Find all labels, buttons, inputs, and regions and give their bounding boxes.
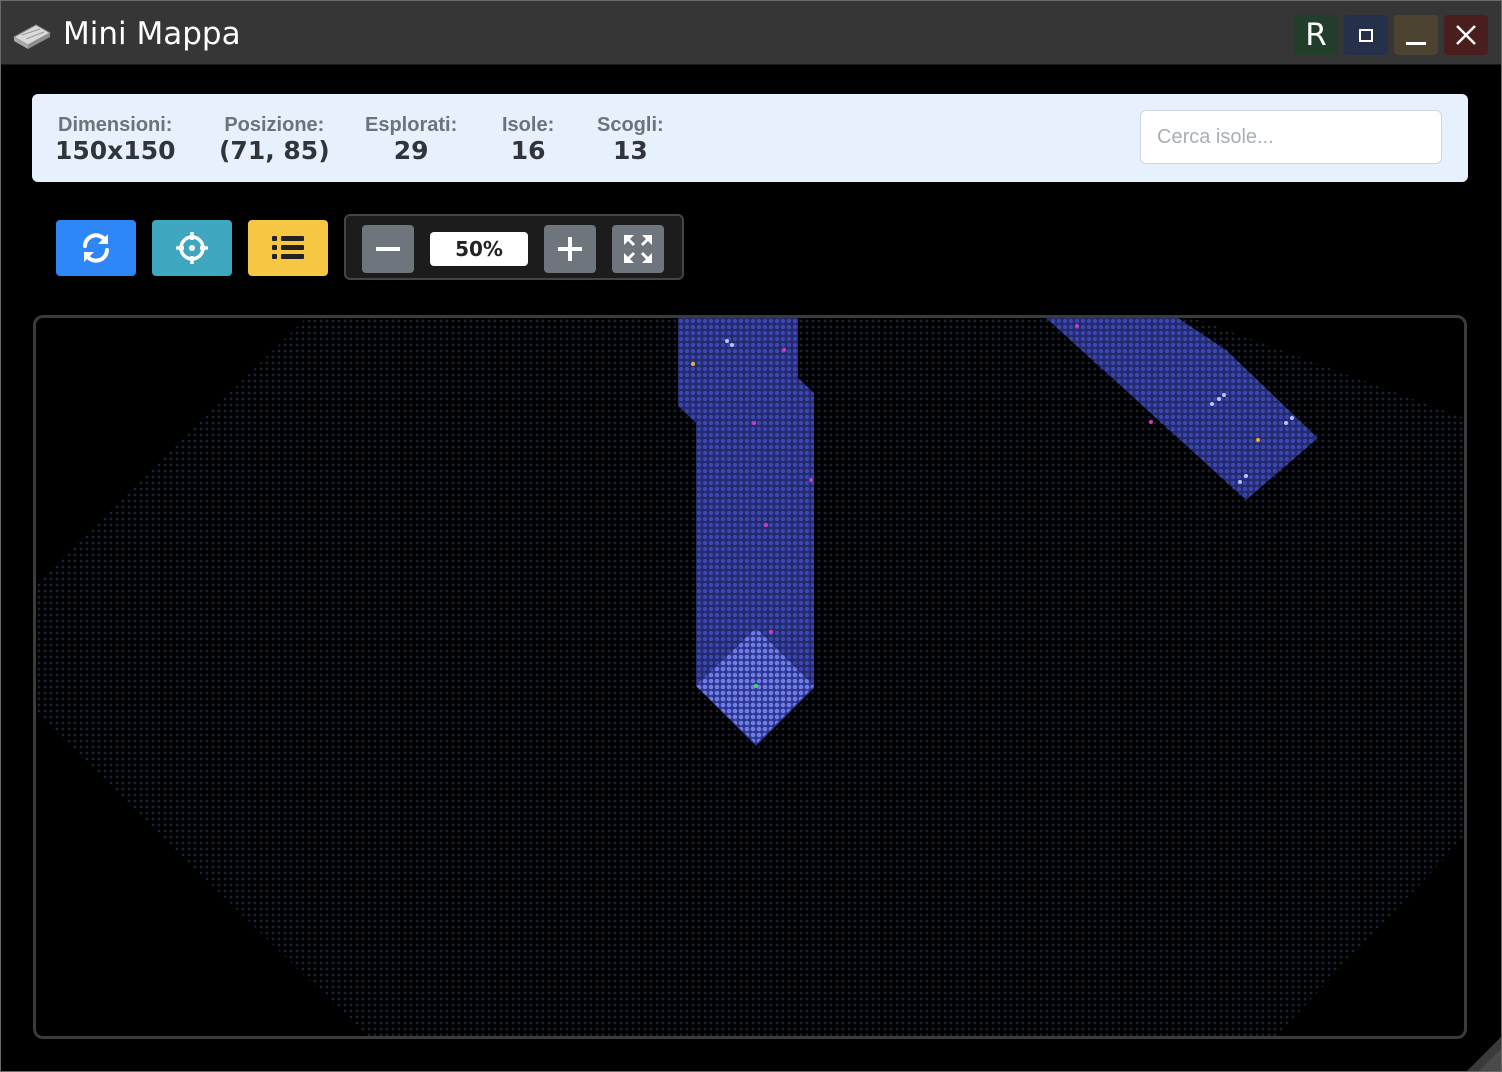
resize-handle[interactable] [1449,1019,1501,1071]
stat-value: (71, 85) [219,136,330,165]
window-title: Mini Mappa [63,16,241,52]
stat-value: 13 [612,136,648,165]
zoom-controls: 50% [344,214,684,280]
island-list-button[interactable] [248,220,328,276]
reef-marker [1244,474,1248,478]
stat-value: 16 [510,136,546,165]
fit-map-button[interactable] [612,225,664,273]
maximize-button[interactable] [1344,15,1388,55]
poi-marker [782,348,786,352]
r-button[interactable]: R [1294,15,1338,55]
maximize-icon [1359,29,1373,42]
island-marker [691,362,695,366]
minimize-button[interactable] [1394,15,1438,55]
zoom-in-button[interactable] [544,225,596,273]
search-input[interactable] [1140,110,1442,164]
minimap-canvas[interactable] [33,315,1467,1039]
minimap-svg[interactable] [36,318,1464,1036]
stat-dimensions: Dimensioni: 150x150 [55,114,176,166]
stat-label: Dimensioni: [58,114,173,136]
poi-marker [1149,420,1153,424]
close-icon [1456,25,1476,45]
expand-icon [624,235,652,263]
minimize-icon [1406,42,1426,45]
stats-panel: Dimensioni: 150x150 Posizione: (71, 85) … [32,94,1468,182]
stat-label: Scogli: [597,114,664,136]
mini-map-window: Mini Mappa R Dimensioni: 150x150 Posizio… [0,0,1502,1072]
stat-islands: Isole: 16 [502,114,554,166]
stat-label: Isole: [502,114,555,136]
stat-label: Esplorati: [365,114,458,136]
crosshair-icon [176,232,208,264]
poi-marker [764,523,768,527]
zoom-out-button[interactable] [362,225,414,273]
refresh-icon [83,233,109,263]
minus-icon [376,247,400,251]
close-button[interactable] [1444,15,1488,55]
reef-marker [1290,416,1294,420]
reef-marker [1210,402,1214,406]
stat-position: Posizione: (71, 85) [219,114,330,166]
poi-marker [769,630,773,634]
stat-label: Posizione: [224,114,325,136]
reef-marker [1222,393,1226,397]
reef-marker [725,339,729,343]
plus-icon [558,237,582,261]
player-marker [754,684,758,688]
island-marker [1256,438,1260,442]
center-position-button[interactable] [152,220,232,276]
poi-marker [1075,324,1079,328]
reef-marker [1217,397,1221,401]
stat-value: 29 [393,136,429,165]
reef-marker [1238,480,1242,484]
reef-marker [1284,421,1288,425]
map-icon [12,24,52,49]
title-bar[interactable]: Mini Mappa R [1,1,1501,65]
refresh-button[interactable] [56,220,136,276]
list-icon [272,236,304,259]
zoom-level: 50% [430,232,528,266]
stat-reefs: Scogli: 13 [597,114,664,166]
stat-explored: Esplorati: 29 [365,114,457,166]
poi-marker [752,421,756,425]
poi-marker [809,478,813,482]
stat-value: 150x150 [55,136,176,165]
reef-marker [730,343,734,347]
